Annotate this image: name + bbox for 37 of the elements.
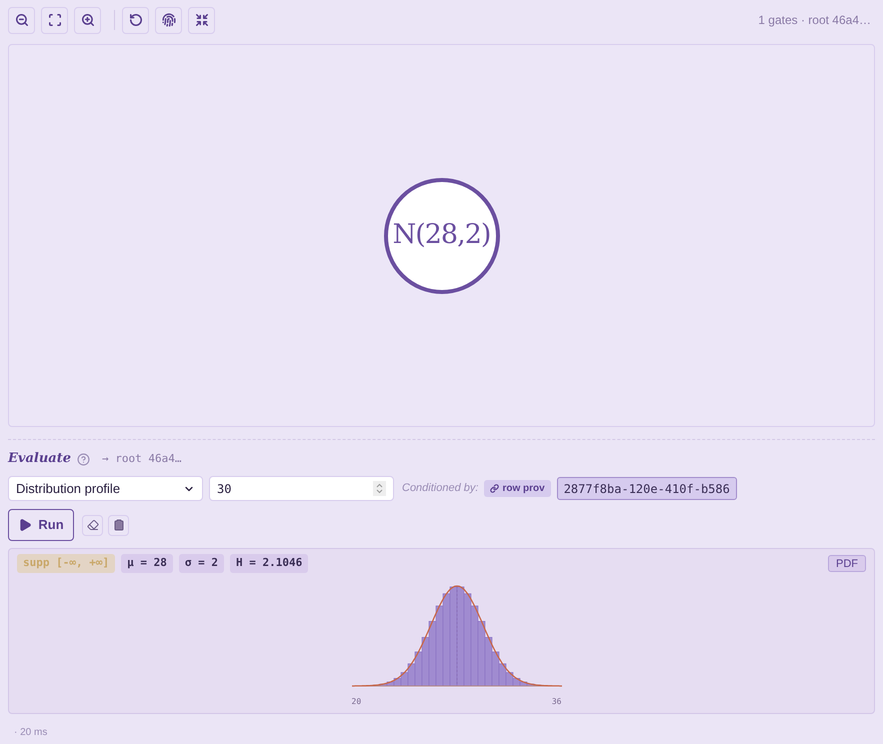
toolbar-button[interactable] [41, 6, 68, 34]
fit-icon [48, 13, 62, 27]
axis-label: 36 [552, 696, 562, 708]
arrows-icon [194, 13, 208, 27]
zoom-in-icon [80, 13, 94, 27]
root-ref: → root 46a4… [102, 450, 182, 467]
support-tag: supp [-∞, +∞] [17, 554, 116, 573]
toolbar-button[interactable] [188, 6, 215, 34]
copy-button[interactable] [108, 514, 129, 536]
toolbar-button[interactable] [155, 6, 182, 34]
axis-label: 20 [352, 696, 362, 708]
status-text: 1 gates · root 46a4… [758, 12, 871, 29]
eraser-icon [86, 519, 98, 531]
pdf-button[interactable]: PDF [828, 555, 866, 572]
run-button[interactable]: Run [8, 509, 74, 541]
provenance-tag[interactable]: row prov [484, 480, 551, 497]
zoom-out-icon [14, 13, 28, 27]
toolbar-button[interactable] [122, 6, 149, 34]
stat-tag: μ = 28 [121, 554, 173, 573]
toolbar-button[interactable] [74, 6, 101, 34]
clear-button[interactable] [82, 514, 103, 536]
fingerprint-icon [162, 13, 176, 27]
node-label: N(28,2) [392, 218, 490, 252]
stat-tag: H = 2.1046 [230, 554, 308, 573]
undo-icon [128, 13, 142, 27]
graph-node[interactable]: N(28,2) [384, 178, 500, 294]
section-title: Evaluate [8, 450, 71, 468]
stat-tag: σ = 2 [178, 554, 224, 573]
number-field[interactable]: 30 [209, 476, 394, 501]
mode-select[interactable]: Distribution profile [8, 476, 203, 501]
id-field[interactable]: 2877f8ba-120e-410f-b586 [556, 477, 737, 500]
toolbar-button[interactable] [8, 6, 35, 34]
link-icon [490, 484, 500, 493]
play-icon [18, 518, 32, 532]
clipboard-icon [112, 519, 124, 531]
timing-text: · 20 ms [14, 726, 48, 740]
conditioned-label: Conditioned by: [402, 481, 478, 496]
